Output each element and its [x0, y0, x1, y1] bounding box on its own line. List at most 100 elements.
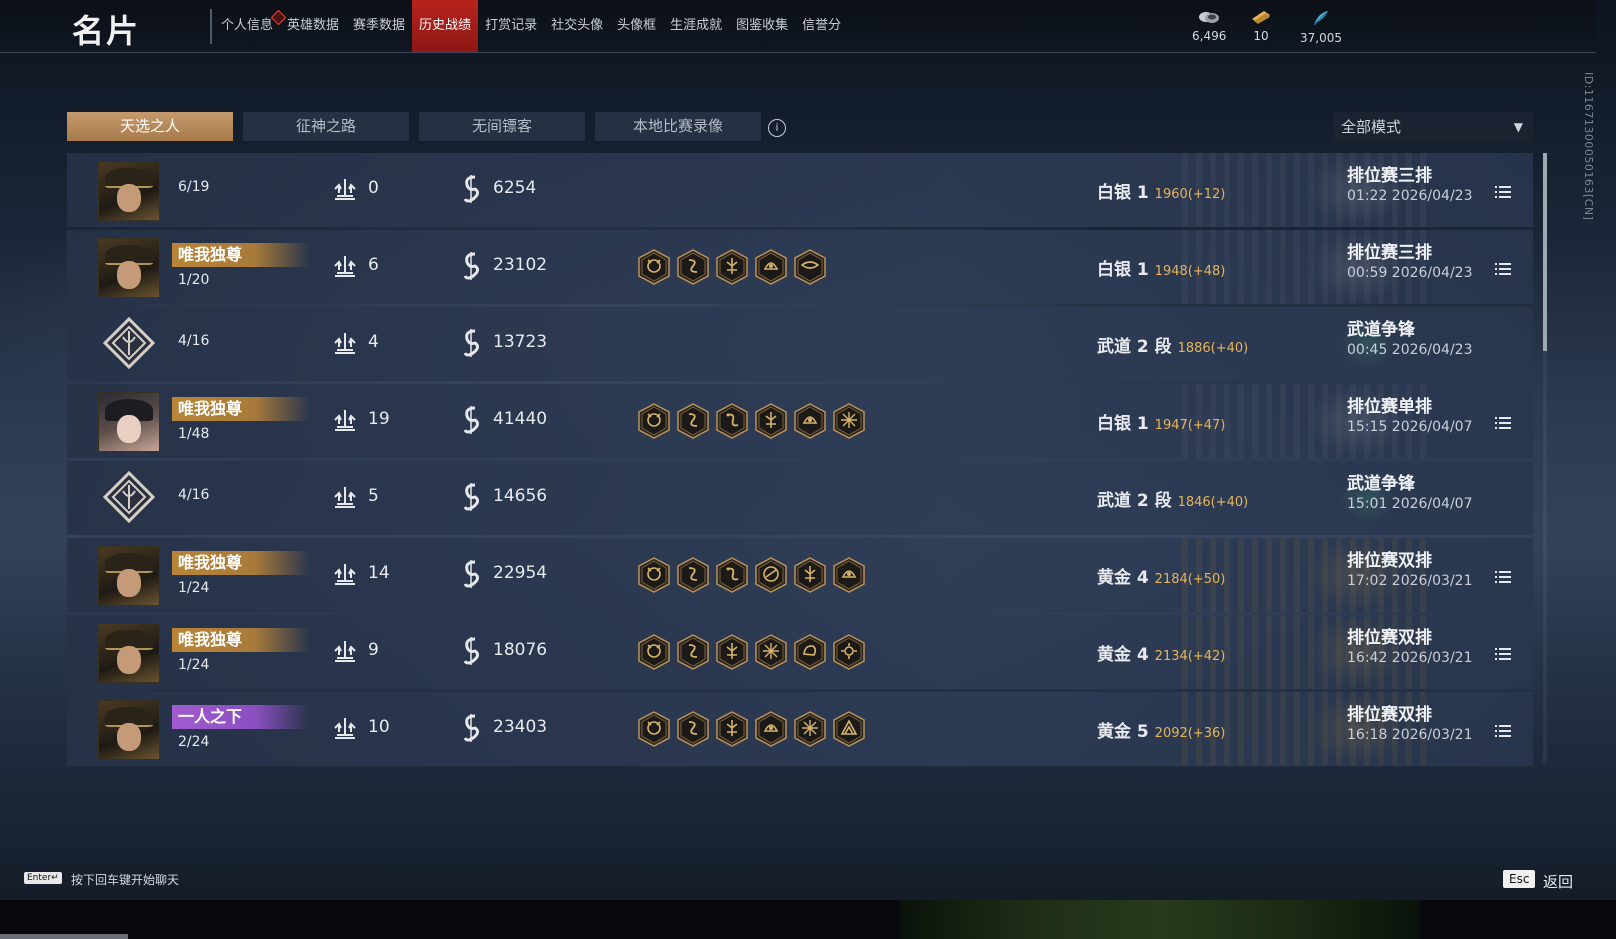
- star-medal-icon[interactable]: [754, 634, 788, 670]
- list-detail-icon[interactable]: [1495, 414, 1511, 429]
- hero-avatar[interactable]: [98, 546, 160, 606]
- helm-medal-icon[interactable]: [754, 249, 788, 285]
- rank-score: 1886(+40): [1177, 341, 1249, 356]
- hero-avatar[interactable]: [98, 161, 160, 221]
- nav-tab[interactable]: 个人信息: [214, 0, 287, 52]
- serpent-medal-icon[interactable]: [676, 249, 710, 285]
- nav-tab-label: 英雄数据: [287, 18, 340, 33]
- list-detail-icon[interactable]: [1495, 645, 1511, 660]
- kills-count: 9: [368, 640, 379, 660]
- kills-count: 10: [368, 717, 390, 737]
- rune-medal-icon[interactable]: [754, 403, 788, 439]
- hero-avatar[interactable]: [98, 623, 160, 683]
- coin-stack-icon: [1192, 9, 1226, 29]
- desktop-strip: [0, 900, 1616, 939]
- nav-tab-label: 图鉴收集: [736, 18, 789, 33]
- serpent-medal-icon[interactable]: [676, 711, 710, 747]
- nav-tab-label: 赛季数据: [353, 18, 406, 33]
- chevron-down-icon: ▼: [1513, 120, 1523, 134]
- match-time: 16:42 2026/03/21: [1347, 650, 1473, 666]
- match-row[interactable]: 唯我独尊 1/48 19 41440 白银 1 1947(+47) 排位赛单排 15:15 …: [67, 384, 1533, 458]
- eagle-medal-icon[interactable]: [793, 249, 827, 285]
- coil-medal-icon[interactable]: [754, 557, 788, 593]
- rune-medal-icon[interactable]: [793, 557, 827, 593]
- nav-tab[interactable]: 图鉴收集: [729, 0, 795, 52]
- serpent-medal-icon[interactable]: [676, 634, 710, 670]
- nav-tab[interactable]: 头像框: [610, 0, 663, 52]
- list-detail-icon[interactable]: [1495, 722, 1511, 737]
- mode-tab[interactable]: 无间镖客: [419, 112, 585, 141]
- serpent-medal-icon[interactable]: [676, 557, 710, 593]
- list-detail-icon[interactable]: [1495, 260, 1511, 275]
- fist-medal-icon[interactable]: [793, 634, 827, 670]
- dragon-medal-icon[interactable]: [715, 403, 749, 439]
- rank-score: 1960(+12): [1154, 187, 1226, 202]
- hero-avatar[interactable]: [98, 238, 160, 298]
- scrollbar-thumb[interactable]: [1543, 153, 1547, 351]
- helm-medal-icon[interactable]: [832, 557, 866, 593]
- chat-hint[interactable]: 按下回车键开始聊天: [71, 871, 179, 888]
- dragon-medal-icon[interactable]: [715, 557, 749, 593]
- rune-medal-icon[interactable]: [715, 711, 749, 747]
- kills-icon: [331, 329, 359, 357]
- demon-medal-icon[interactable]: [637, 634, 671, 670]
- match-time: 15:15 2026/04/07: [1347, 419, 1473, 435]
- match-row[interactable]: 唯我独尊 1/24 14 22954 黄金 4 2184(+50) 排位赛双排 17:02 …: [67, 538, 1533, 612]
- mode-tabs: 天选之人 征神之路 无间镖客 本地比赛录像: [67, 112, 761, 141]
- rune-medal-icon[interactable]: [715, 249, 749, 285]
- rank-name: 白银 1: [1097, 260, 1149, 280]
- demon-medal-icon[interactable]: [637, 557, 671, 593]
- star-medal-icon[interactable]: [793, 711, 827, 747]
- demon-medal-icon[interactable]: [637, 403, 671, 439]
- damage-value: 13723: [493, 332, 548, 352]
- match-row[interactable]: 一人之下 2/24 10 23403 黄金 5 2092(+36) 排位赛双排 16:18 …: [67, 692, 1533, 766]
- demon-medal-icon[interactable]: [637, 249, 671, 285]
- damage-value: 6254: [493, 178, 537, 198]
- nav-tab[interactable]: 社交头像: [544, 0, 610, 52]
- game-screen: 名片 个人信息 英雄数据 赛季数据 历史战绩 打赏记录 社交头像 头像框 生涯成就 图鉴收集 信誉…: [0, 0, 1616, 900]
- mode-tab[interactable]: 天选之人: [67, 112, 233, 141]
- nav-tab[interactable]: 打赏记录: [478, 0, 544, 52]
- title-badge: 唯我独尊: [172, 243, 310, 267]
- mode-emblem-icon: [102, 316, 156, 370]
- player-id: ID:11671300050163[CN]: [1582, 72, 1595, 221]
- hero-avatar[interactable]: [98, 700, 160, 760]
- peak-medal-icon[interactable]: [832, 711, 866, 747]
- kills-count: 14: [368, 563, 390, 583]
- match-row[interactable]: 6/19 0 6254 白银 1 1960(+12) 排位赛三排 01:22 2026/0…: [67, 153, 1533, 227]
- nav-tab[interactable]: 历史战绩: [412, 0, 479, 52]
- page-title: 名片: [72, 12, 141, 50]
- serpent-medal-icon[interactable]: [676, 403, 710, 439]
- mode-tab[interactable]: 征神之路: [243, 112, 409, 141]
- match-row[interactable]: 4/16 4 13723 武道 2 段 1886(+40) 武道争锋 00:45 2026…: [67, 307, 1533, 381]
- match-row[interactable]: 唯我独尊 1/24 9 18076 黄金 4 2134(+42) 排位赛双排 16:42 2…: [67, 615, 1533, 689]
- nav-tab[interactable]: 生涯成就: [663, 0, 729, 52]
- currency-value: 6,496: [1192, 29, 1227, 43]
- info-icon[interactable]: i: [768, 119, 786, 137]
- currency-coins: 6,496: [1192, 9, 1226, 43]
- rank-text: 黄金 4 2184(+50): [1097, 563, 1225, 588]
- match-row[interactable]: 4/16 5 14656 武道 2 段 1846(+40) 武道争锋 15:01 2026…: [67, 461, 1533, 535]
- nav-tab[interactable]: 信誉分: [795, 0, 848, 52]
- nav-tab[interactable]: 英雄数据: [280, 0, 346, 52]
- mode-filter-value: 全部模式: [1341, 118, 1402, 136]
- mode-tab[interactable]: 本地比赛录像: [595, 112, 761, 141]
- star-medal-icon[interactable]: [832, 403, 866, 439]
- sun-medal-icon[interactable]: [832, 634, 866, 670]
- hero-face: [117, 415, 141, 443]
- demon-medal-icon[interactable]: [637, 711, 671, 747]
- medal-list: [637, 711, 866, 747]
- list-detail-icon[interactable]: [1495, 183, 1511, 198]
- list-detail-icon[interactable]: [1495, 568, 1511, 583]
- back-button[interactable]: 返回: [1543, 871, 1573, 892]
- match-row[interactable]: 唯我独尊 1/20 6 23102 白银 1 1948(+48) 排位赛三排 00:59 2…: [67, 230, 1533, 304]
- rank-name: 武道 2 段: [1097, 337, 1172, 357]
- medal-list: [637, 634, 866, 670]
- rune-medal-icon[interactable]: [715, 634, 749, 670]
- hero-avatar[interactable]: [98, 392, 160, 452]
- helm-medal-icon[interactable]: [793, 403, 827, 439]
- helm-medal-icon[interactable]: [754, 711, 788, 747]
- nav-tab-label: 信誉分: [802, 18, 842, 33]
- nav-tab[interactable]: 赛季数据: [346, 0, 412, 52]
- mode-filter-select[interactable]: 全部模式 ▼: [1333, 112, 1533, 142]
